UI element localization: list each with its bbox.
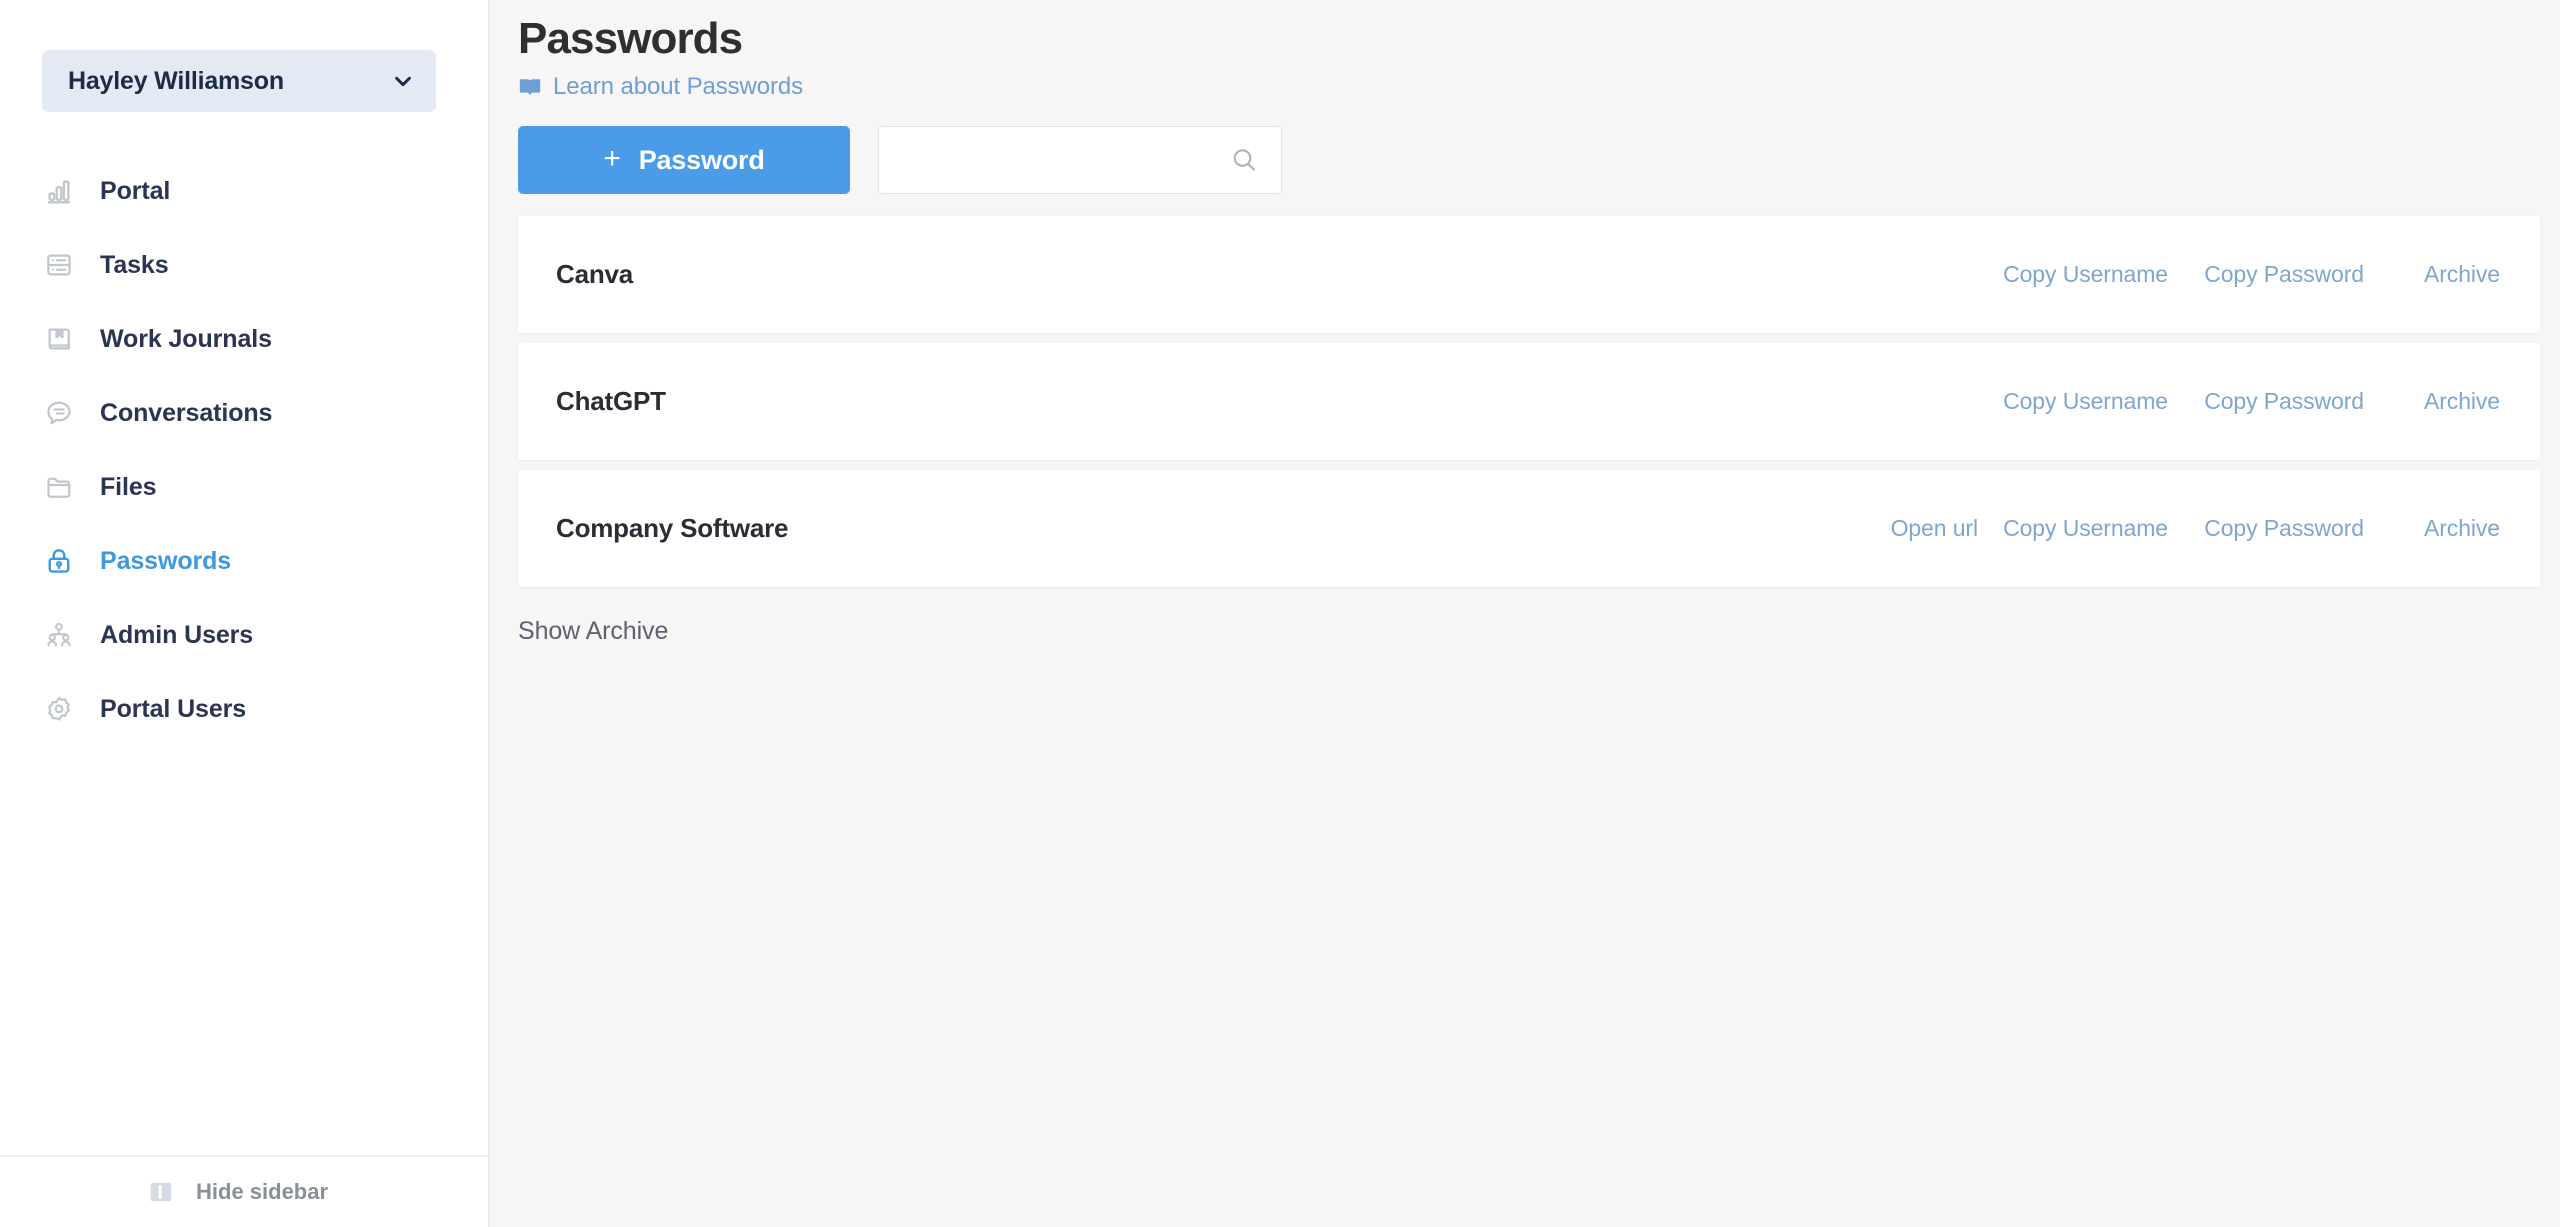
sidebar-item-admin-users[interactable]: Admin Users (0, 598, 488, 672)
sidebar-nav: Portal Tasks Work Journals Conversations… (0, 154, 488, 746)
toolbar: + Password (518, 126, 2540, 195)
app-root: Hayley Williamson Portal Tasks Work Jour… (0, 0, 2560, 1227)
copy-username-link[interactable]: Copy Username (1978, 515, 2168, 542)
sidebar-item-label: Portal Users (100, 694, 247, 723)
folder-icon (42, 470, 76, 504)
table-row[interactable]: Company Software Open url Copy Username … (518, 470, 2540, 588)
book-open-icon (518, 75, 542, 99)
sidebar-item-label: Tasks (100, 250, 169, 279)
table-row[interactable]: Canva Copy Username Copy Password Archiv… (518, 216, 2540, 334)
sidebar-item-label: Files (100, 472, 157, 501)
book-icon (42, 322, 76, 356)
users-icon (42, 618, 76, 652)
gear-icon (42, 692, 76, 726)
search-icon[interactable] (1229, 145, 1259, 175)
sidebar: Hayley Williamson Portal Tasks Work Jour… (0, 0, 490, 1227)
archive-link[interactable]: Archive (2364, 261, 2500, 288)
main-content: Passwords Learn about Passwords + Passwo… (490, 0, 2560, 1227)
bar-chart-icon (42, 174, 76, 208)
sidebar-item-tasks[interactable]: Tasks (0, 228, 488, 302)
sidebar-item-label: Portal (100, 176, 171, 205)
search-box[interactable] (878, 126, 1282, 195)
copy-password-link[interactable]: Copy Password (2168, 388, 2364, 415)
hide-sidebar-button[interactable]: Hide sidebar (0, 1155, 488, 1227)
chevron-down-icon (392, 70, 414, 92)
copy-username-link[interactable]: Copy Username (1978, 261, 2168, 288)
hide-sidebar-label: Hide sidebar (196, 1179, 329, 1204)
search-input[interactable] (903, 146, 1229, 175)
password-name: ChatGPT (556, 386, 666, 417)
copy-password-link[interactable]: Copy Password (2168, 515, 2364, 542)
learn-about-passwords-label: Learn about Passwords (553, 73, 804, 101)
archive-link[interactable]: Archive (2364, 388, 2500, 415)
sidebar-item-label: Admin Users (100, 620, 254, 649)
list-task-icon (42, 248, 76, 282)
sidebar-item-files[interactable]: Files (0, 450, 488, 524)
row-actions: Copy Username Copy Password Archive (1978, 388, 2500, 415)
sidebar-item-label: Passwords (100, 546, 232, 575)
sidebar-item-passwords[interactable]: Passwords (0, 524, 488, 598)
show-archive-link[interactable]: Show Archive (518, 617, 668, 646)
workspace-selector[interactable]: Hayley Williamson (42, 50, 436, 112)
password-name: Canva (556, 259, 634, 290)
add-password-label: Password (638, 144, 765, 175)
sidebar-item-portal-users[interactable]: Portal Users (0, 672, 488, 746)
open-url-link[interactable]: Open url (1793, 515, 1979, 542)
page-title: Passwords (518, 14, 743, 63)
sidebar-toggle-icon (148, 1179, 174, 1205)
password-list: Canva Copy Username Copy Password Archiv… (518, 216, 2540, 588)
learn-about-passwords-link[interactable]: Learn about Passwords (518, 73, 803, 101)
sidebar-item-work-journals[interactable]: Work Journals (0, 302, 488, 376)
copy-password-link[interactable]: Copy Password (2168, 261, 2364, 288)
plus-icon: + (603, 142, 621, 176)
row-actions: Copy Username Copy Password Archive (1978, 261, 2500, 288)
table-row[interactable]: ChatGPT Copy Username Copy Password Arch… (518, 343, 2540, 461)
lock-icon (42, 544, 76, 578)
sidebar-item-conversations[interactable]: Conversations (0, 376, 488, 450)
add-password-button[interactable]: + Password (518, 126, 850, 195)
sidebar-item-label: Work Journals (100, 324, 272, 353)
password-name: Company Software (556, 513, 789, 544)
archive-link[interactable]: Archive (2364, 515, 2500, 542)
row-actions: Open url Copy Username Copy Password Arc… (1793, 515, 2501, 542)
workspace-name: Hayley Williamson (68, 66, 284, 95)
copy-username-link[interactable]: Copy Username (1978, 388, 2168, 415)
chat-bubble-icon (42, 396, 76, 430)
sidebar-item-label: Conversations (100, 398, 273, 427)
sidebar-item-portal[interactable]: Portal (0, 154, 488, 228)
